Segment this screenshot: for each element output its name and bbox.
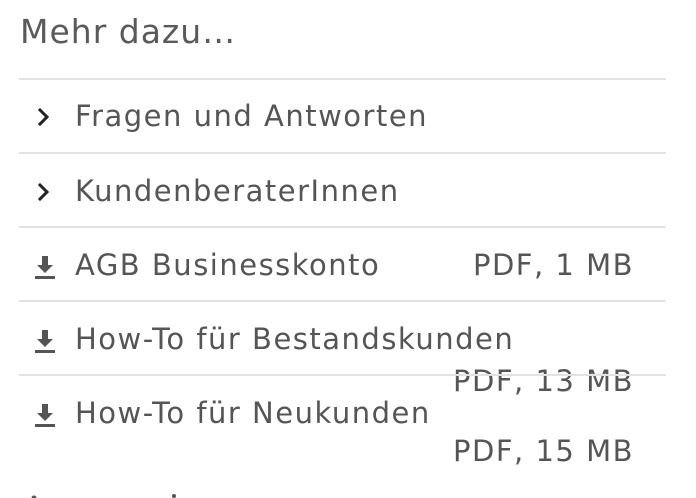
clipped-text-fragment	[31, 494, 176, 498]
download-agb[interactable]: AGB Businesskonto PDF, 1 MB	[19, 226, 666, 300]
download-howto-new[interactable]: How-To für Neukunden PDF, 15 MB	[19, 374, 666, 484]
link-advisors[interactable]: KundenberaterInnen	[19, 152, 666, 226]
link-faq[interactable]: Fragen und Antworten	[19, 78, 666, 152]
download-label: How-To für Bestandskunden	[75, 322, 515, 356]
download-icon	[35, 256, 55, 279]
link-label: KundenberaterInnen	[75, 174, 400, 208]
download-label: AGB Businesskonto	[75, 248, 381, 282]
file-info: PDF, 15 MB	[453, 434, 634, 468]
chevron-right-icon	[37, 107, 50, 127]
clipped-next-item	[22, 486, 222, 498]
link-label: Fragen und Antworten	[75, 99, 429, 133]
section-title: Mehr dazu…	[20, 12, 237, 51]
download-howto-existing[interactable]: How-To für Bestandskunden PDF, 13 MB	[19, 300, 666, 398]
chevron-right-icon	[37, 182, 50, 202]
download-label: How-To für Neukunden	[75, 396, 431, 430]
download-icon	[35, 404, 55, 427]
download-icon	[35, 330, 55, 353]
file-info: PDF, 1 MB	[472, 248, 634, 282]
